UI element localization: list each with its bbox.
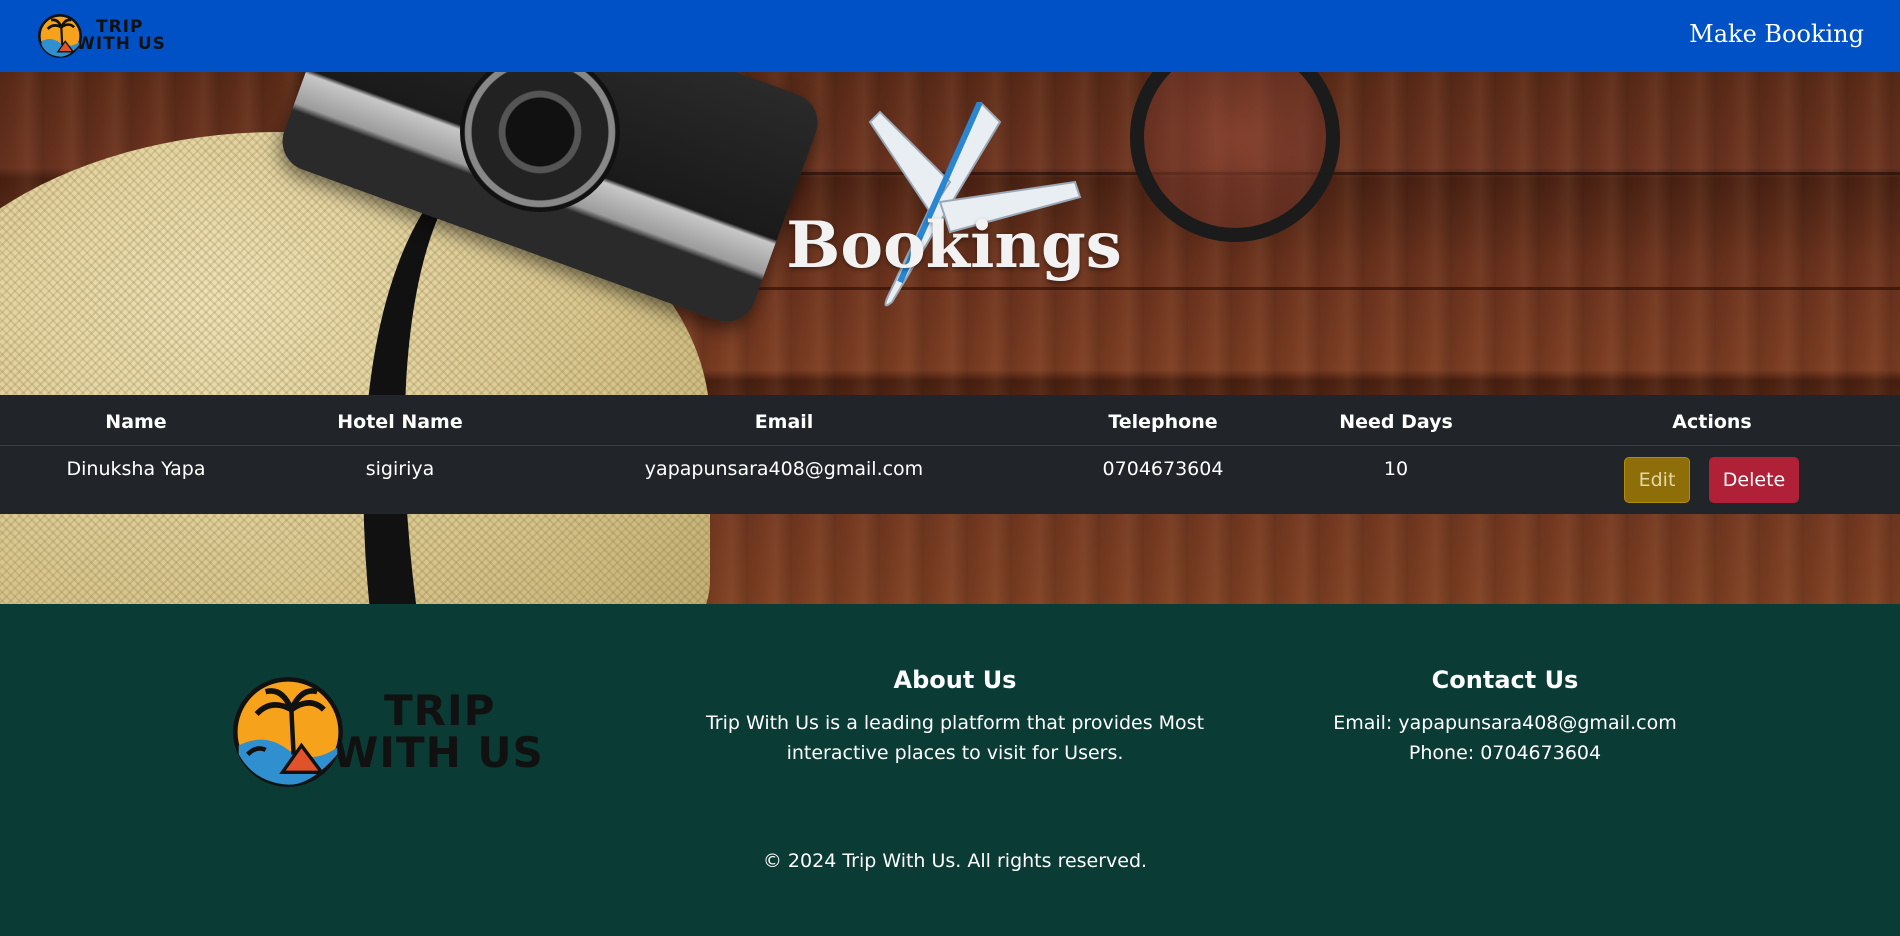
contact-section: Contact Us Email: yapapunsara408@gmail.c…: [1290, 666, 1720, 768]
about-text-line2: interactive places to visit for Users.: [786, 742, 1124, 764]
logo-icon: [232, 676, 344, 788]
cell-telephone: 0704673604: [1102, 458, 1224, 480]
logo-text-line1: TRIP: [384, 686, 496, 735]
column-header-need-days: Need Days: [1339, 411, 1453, 433]
bookings-table: Name Hotel Name Email Telephone Need Day…: [0, 395, 1900, 514]
about-title: About Us: [893, 666, 1017, 694]
table-header-row: Name Hotel Name Email Telephone Need Day…: [0, 395, 1900, 446]
wood-plank-line: [640, 287, 1900, 290]
edit-button[interactable]: Edit: [1624, 457, 1690, 503]
logo-icon: [38, 14, 82, 58]
cell-need-days: 10: [1383, 458, 1409, 480]
navbar-logo[interactable]: TRIP WITH US: [38, 12, 166, 60]
column-header-telephone: Telephone: [1108, 411, 1218, 433]
column-header-actions: Actions: [1672, 411, 1752, 433]
contact-title: Contact Us: [1431, 666, 1579, 694]
copyright-text: © 2024 Trip With Us. All rights reserved…: [762, 850, 1148, 872]
cell-hotel-name: sigiriya: [365, 458, 435, 480]
delete-button[interactable]: Delete: [1709, 457, 1799, 503]
footer: TRIP WITH US About Us Trip With Us is a …: [0, 604, 1900, 936]
footer-logo: TRIP WITH US: [232, 676, 544, 788]
logo-text-line2: WITH US: [332, 728, 544, 777]
column-header-hotel-name: Hotel Name: [337, 411, 463, 433]
hero-banner: Bookings: [0, 72, 1900, 604]
navbar: TRIP WITH US Make Booking: [0, 0, 1900, 72]
table-row: Dinuksha Yapa sigiriya yapapunsara408@gm…: [0, 446, 1900, 514]
column-header-email: Email: [754, 411, 814, 433]
column-header-name: Name: [105, 411, 167, 433]
page-title: Bookings: [786, 208, 1122, 283]
contact-email: Email: yapapunsara408@gmail.com: [1333, 712, 1677, 734]
about-section: About Us Trip With Us is a leading platf…: [690, 666, 1220, 768]
contact-phone: Phone: 0704673604: [1408, 742, 1602, 764]
make-booking-link[interactable]: Make Booking: [1689, 20, 1864, 48]
logo-text-line2: WITH US: [76, 34, 166, 54]
cell-email: yapapunsara408@gmail.com: [644, 458, 924, 480]
about-text-line1: Trip With Us is a leading platform that …: [705, 712, 1205, 734]
cell-name: Dinuksha Yapa: [66, 458, 206, 480]
